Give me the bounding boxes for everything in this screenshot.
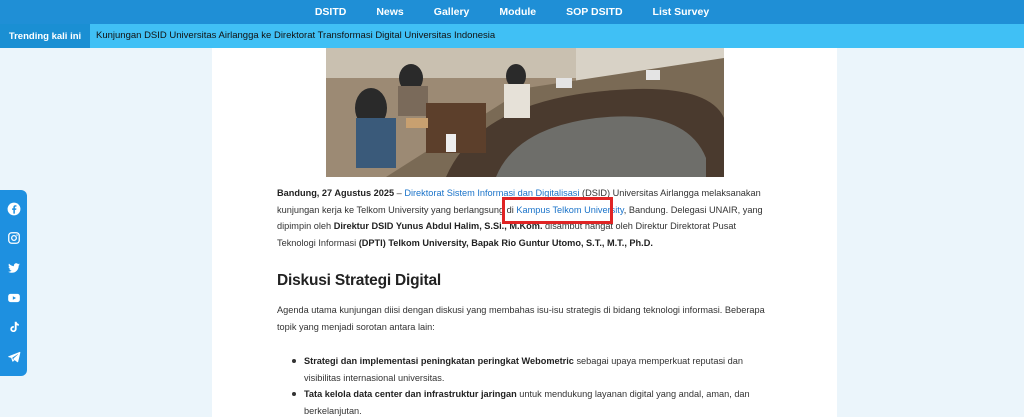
topic-list: Strategi dan implementasi peningkatan pe… (290, 353, 770, 417)
youtube-icon[interactable] (0, 285, 27, 311)
telegram-icon[interactable] (0, 344, 27, 370)
dpti-director-name: (DPTI) Telkom University, Bapak Rio Gunt… (358, 237, 653, 248)
facebook-icon[interactable] (0, 196, 27, 222)
trending-label: Trending kali ini (0, 24, 90, 48)
list-item-bold: Tata kelola data center dan infrastruktu… (304, 389, 517, 399)
nav-dsitd[interactable]: DSITD (315, 6, 347, 18)
list-item: Tata kelola data center dan infrastruktu… (290, 386, 770, 417)
meeting-room-image (326, 48, 724, 177)
nav-list-survey[interactable]: List Survey (653, 6, 710, 18)
top-navigation: DSITD News Gallery Module SOP DSITD List… (0, 0, 1024, 24)
instagram-icon[interactable] (0, 225, 27, 251)
twitter-icon[interactable] (0, 255, 27, 281)
nav-module[interactable]: Module (499, 6, 536, 18)
list-item: Strategi dan implementasi peningkatan pe… (290, 353, 770, 386)
social-sidebar (0, 190, 27, 376)
article-photo (326, 48, 724, 177)
nav-news[interactable]: News (376, 6, 403, 18)
agenda-paragraph: Agenda utama kunjungan diisi dengan disk… (277, 305, 765, 332)
trending-bar: Trending kali ini Kunjungan DSID Univers… (0, 24, 1024, 48)
nav-sop-dsitd[interactable]: SOP DSITD (566, 6, 622, 18)
highlight-box (502, 197, 613, 224)
tiktok-icon[interactable] (0, 314, 27, 340)
trending-headline[interactable]: Kunjungan DSID Universitas Airlangga ke … (96, 24, 495, 48)
dash-text: – (394, 188, 405, 198)
nav-gallery[interactable]: Gallery (434, 6, 470, 18)
article-content: Bandung, 27 Agustus 2025 – Direktorat Si… (212, 48, 837, 417)
article-date: Bandung, 27 Agustus 2025 (277, 188, 395, 198)
section-title: Diskusi Strategi Digital (277, 272, 442, 289)
list-item-bold: Strategi dan implementasi peningkatan pe… (304, 356, 574, 366)
